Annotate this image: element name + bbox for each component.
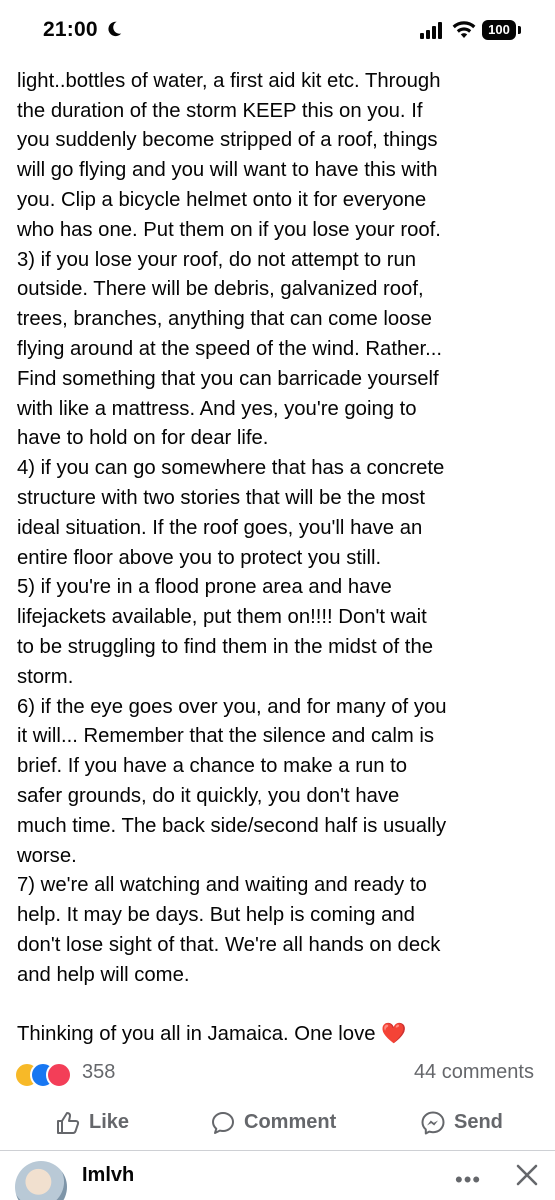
post-action-bar: Like Comment Send [0,1100,555,1144]
post-line: entire floor above you to protect you st… [17,546,382,569]
post-line: ideal situation. If the roof goes, you'l… [17,516,423,539]
post-line: brief. If you have a chance to make a ru… [17,755,408,778]
post-line: don't lose sight of that. We're all hand… [17,933,441,956]
post-line: have to hold on for dear life. [17,427,269,450]
send-button[interactable]: Send [420,1106,520,1138]
post-line: will go flying and you will want to have… [17,159,438,182]
post-line: you. Clip a bicycle helmet onto it for e… [17,188,427,211]
post-line: 6) if the eye goes over you, and for man… [17,695,447,718]
post-divider [0,1150,555,1151]
battery-tip [518,26,521,34]
reaction-count[interactable]: 358 [82,1061,115,1084]
post-line: lifejackets available, put them on!!!! D… [17,606,427,629]
post-body: immediately or evacuate that you can hit… [17,37,542,1050]
post-line: Find something that you can barricade yo… [17,367,439,390]
post-line: the duration of the storm KEEP this on y… [17,99,423,122]
comment-button[interactable]: Comment [210,1106,360,1138]
post-line: you suddenly become stripped of a roof, … [17,129,438,152]
more-options-icon[interactable]: ••• [455,1167,481,1193]
close-icon[interactable] [513,1161,541,1189]
status-bar: 21:00 100 [0,0,555,62]
like-button-label: Like [89,1111,130,1133]
post-line: much time. The back side/second half is … [17,814,447,837]
avatar[interactable] [15,1161,67,1200]
send-button-label: Send [454,1111,503,1133]
post-line: 7) we're all watching and waiting and re… [17,874,427,897]
post-line: safer grounds, do it quickly, you don't … [17,784,400,807]
wifi-icon [452,21,476,38]
moon-icon [108,21,122,37]
comment-count-link[interactable]: 44 comments [414,1061,534,1084]
thumbs-up-icon [57,1112,80,1134]
post-closing-line: Thinking of you all in Jamaica. One love… [17,1020,542,1050]
post-line: to be struggling to find them in the mid… [17,635,434,658]
post-line: flying around at the speed of the wind. … [17,337,443,360]
battery-icon: 100 [482,20,516,40]
post-line: it will... Remember that the silence and… [17,725,435,748]
post-line: structure with two stories that will be … [17,486,426,509]
post-closing-text: Thinking of you all in Jamaica. One love [17,1023,376,1046]
status-time: 21:00 [43,18,98,41]
post-line: help. It may be days. But help is coming… [17,904,415,927]
post-line: 3) if you lose your roof, do not attempt… [17,248,417,271]
next-post-header: Imlvh ••• [0,1155,555,1200]
like-button[interactable]: Like [55,1106,145,1138]
post-line: worse. [17,844,77,867]
post-line: 5) if you're in a flood prone area and h… [17,576,392,599]
post-line: with like a mattress. And yes, you're go… [17,397,417,420]
post-line: 4) if you can go somewhere that has a co… [17,457,445,480]
post-line: who has one. Put them on if you lose you… [17,218,441,241]
post-line: and help will come. [17,963,190,986]
post-line: light..bottles of water, a first aid kit… [17,69,441,92]
cellular-signal-icon [420,22,442,39]
post-line: trees, branches, anything that can come … [17,308,432,331]
battery-level: 100 [488,22,510,37]
reactions-summary[interactable]: 358 44 comments [14,1060,534,1088]
comment-button-label: Comment [244,1111,337,1133]
heart-emoji: ❤️ [381,1023,407,1046]
comment-bubble-icon [212,1112,234,1134]
next-post-author[interactable]: Imlvh [82,1164,134,1187]
post-line: storm. [17,665,74,688]
love-reaction-icon [46,1062,72,1088]
post-line: outside. There will be debris, galvanize… [17,278,424,301]
messenger-icon [421,1111,445,1135]
